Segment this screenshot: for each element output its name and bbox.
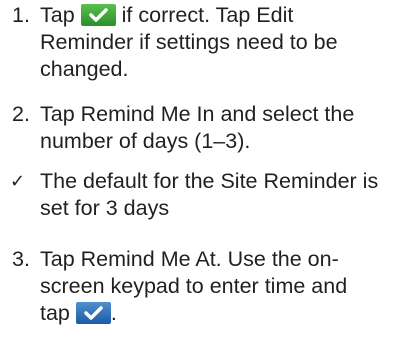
step-line: Tap Remind Me At. Use the on- bbox=[40, 247, 339, 271]
step-line: Tap Remind Me In and select the bbox=[40, 102, 355, 126]
step-text-fragment: tap bbox=[40, 301, 70, 325]
step-line: tap . bbox=[40, 300, 412, 327]
step-text: Tap if correct. Tap Edit Reminder if set… bbox=[40, 2, 412, 83]
step-text-fragment: . bbox=[110, 301, 117, 325]
step-line: screen keypad to enter time and bbox=[40, 274, 348, 298]
note-line: The default for the Site Reminder is bbox=[40, 169, 379, 193]
step-line: Tap if correct. Tap Edit bbox=[40, 2, 412, 29]
checkmark-icon bbox=[84, 306, 103, 320]
step-line: number of days (1–3). bbox=[40, 129, 251, 153]
step-text: Tap Remind Me In and select the number o… bbox=[40, 101, 412, 155]
step-number: 1. bbox=[12, 3, 30, 27]
step-text-fragment: if correct. Tap Edit bbox=[121, 3, 294, 27]
green-checkmark-button-icon bbox=[80, 4, 116, 26]
instruction-page: 1. Tap if correct. Tap Edit Reminder if … bbox=[0, 0, 419, 339]
step-text-fragment: Tap bbox=[40, 3, 75, 27]
checkmark-icon bbox=[88, 8, 108, 22]
step-number: 2. bbox=[12, 102, 30, 126]
step-text: Tap Remind Me At. Use the on- screen key… bbox=[40, 246, 412, 327]
step-number: 3. bbox=[12, 247, 30, 271]
note-line: set for 3 days bbox=[40, 196, 170, 220]
note-text: The default for the Site Reminder is set… bbox=[40, 168, 412, 222]
step-line: changed. bbox=[40, 57, 129, 81]
step-line: Reminder if settings need to be bbox=[40, 30, 338, 54]
blue-checkmark-button-icon bbox=[75, 302, 111, 324]
note-checkmark-icon: ✓ bbox=[10, 171, 26, 192]
